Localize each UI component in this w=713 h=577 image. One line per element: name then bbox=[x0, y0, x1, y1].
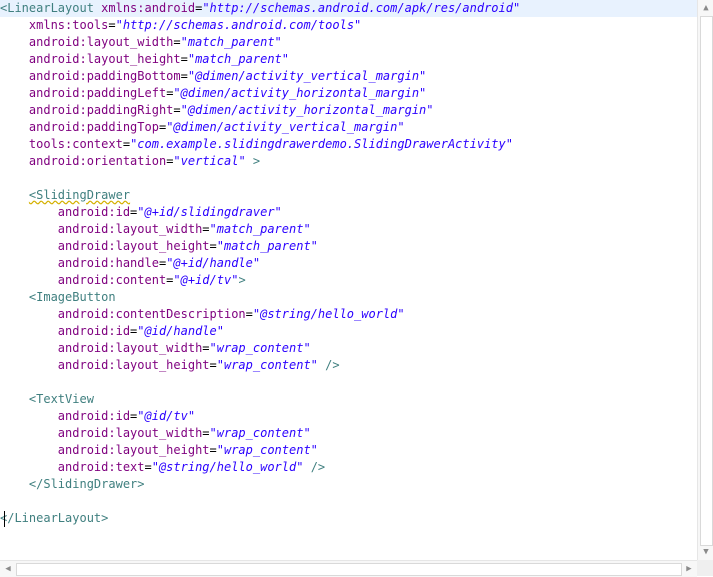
code-token: > bbox=[252, 154, 261, 168]
xml-editor[interactable]: <LinearLayout xmlns:android="http://sche… bbox=[0, 0, 697, 560]
code-token: android:content bbox=[57, 273, 167, 287]
code-token: android:layout_width bbox=[57, 426, 203, 440]
code-token: android:handle bbox=[57, 256, 159, 270]
code-line[interactable]: android:layout_width="match_parent" bbox=[0, 34, 282, 51]
code-token: "@+id/tv" bbox=[173, 273, 239, 287]
code-token: "wrap_content" bbox=[216, 443, 318, 457]
code-token: "wrap_content" bbox=[209, 426, 311, 440]
code-token: android:layout_width bbox=[28, 35, 174, 49]
code-line[interactable]: android:paddingTop="@dimen/activity_vert… bbox=[0, 119, 405, 136]
code-token: "wrap_content" bbox=[209, 341, 311, 355]
code-token: </LinearLayout> bbox=[0, 511, 109, 525]
code-token: "vertical" bbox=[173, 154, 246, 168]
horizontal-scroll-thumb[interactable] bbox=[16, 563, 682, 576]
code-line[interactable]: </LinearLayout> bbox=[0, 510, 108, 527]
code-line[interactable]: tools:context="com.example.slidingdrawer… bbox=[0, 136, 513, 153]
code-line[interactable]: android:layout_height="match_parent" bbox=[0, 238, 318, 255]
code-token: > bbox=[238, 273, 246, 287]
code-line[interactable]: xmlns:tools="http://schemas.android.com/… bbox=[0, 17, 361, 34]
code-token: "@+id/handle" bbox=[166, 256, 261, 270]
code-token: android:layout_height bbox=[57, 358, 210, 372]
code-line[interactable]: android:orientation="vertical" > bbox=[0, 153, 260, 170]
scroll-down-icon[interactable]: ▼ bbox=[698, 544, 713, 560]
code-token: <ImageButton bbox=[28, 290, 116, 304]
code-token: xmlns:tools bbox=[28, 18, 109, 32]
code-token: android:layout_height bbox=[57, 239, 210, 253]
code-line[interactable]: android:layout_height="match_parent" bbox=[0, 51, 289, 68]
code-token: "com.example.slidingdrawerdemo.SlidingDr… bbox=[130, 137, 513, 151]
code-line[interactable]: <ImageButton bbox=[0, 289, 116, 306]
code-token: "@dimen/activity_horizontal_margin" bbox=[173, 86, 427, 100]
code-token: android:id bbox=[57, 205, 131, 219]
text-cursor bbox=[4, 511, 5, 527]
code-token: "match_parent" bbox=[180, 35, 282, 49]
scroll-left-icon[interactable]: ◀ bbox=[0, 561, 16, 577]
code-token: </SlidingDrawer> bbox=[28, 477, 145, 491]
code-line[interactable]: </SlidingDrawer> bbox=[0, 476, 145, 493]
code-token: android:id bbox=[57, 324, 131, 338]
code-token: "match_parent" bbox=[187, 52, 290, 66]
code-token: /> bbox=[325, 358, 340, 372]
vertical-scrollbar[interactable]: ▲ ▼ bbox=[697, 0, 713, 560]
horizontal-scrollbar[interactable]: ◀ ▶ bbox=[0, 560, 697, 577]
code-line[interactable]: <LinearLayout xmlns:android="http://sche… bbox=[0, 0, 697, 17]
code-token: "@string/hello_world" bbox=[252, 307, 405, 321]
code-token: android:orientation bbox=[28, 154, 167, 168]
code-line[interactable]: android:text="@string/hello_world" /> bbox=[0, 459, 325, 476]
code-line[interactable]: <TextView bbox=[0, 391, 94, 408]
code-token: <LinearLayout bbox=[0, 1, 94, 15]
code-token: /> bbox=[310, 460, 326, 474]
code-token: "http://schemas.android.com/tools" bbox=[115, 18, 362, 32]
code-token: android:layout_height bbox=[28, 52, 181, 66]
code-line[interactable]: android:paddingBottom="@dimen/activity_v… bbox=[0, 68, 426, 85]
code-line[interactable]: android:id="@id/handle" bbox=[0, 323, 224, 340]
code-token: android:paddingRight bbox=[28, 103, 174, 117]
code-token: "wrap_content" bbox=[216, 358, 318, 372]
code-line[interactable]: <SlidingDrawer bbox=[0, 187, 130, 204]
code-line[interactable]: android:layout_height="wrap_content" /> bbox=[0, 357, 340, 374]
code-line[interactable]: android:handle="@+id/handle" bbox=[0, 255, 260, 272]
code-token: android:paddingLeft bbox=[28, 86, 167, 100]
code-token: "match_parent" bbox=[216, 239, 318, 253]
code-token: "@dimen/activity_horizontal_margin" bbox=[180, 103, 434, 117]
vertical-scroll-thumb[interactable] bbox=[700, 16, 713, 546]
code-token: android:text bbox=[57, 460, 145, 474]
code-token: <TextView bbox=[28, 392, 94, 406]
code-token: "@dimen/activity_vertical_margin" bbox=[187, 69, 427, 83]
code-line[interactable]: android:layout_width="match_parent" bbox=[0, 221, 311, 238]
code-token: android:id bbox=[57, 409, 131, 423]
code-line[interactable]: android:id="@id/tv" bbox=[0, 408, 195, 425]
code-token: "@+id/slidingdraver" bbox=[137, 205, 282, 219]
code-token: "@id/tv" bbox=[137, 409, 196, 423]
code-line[interactable]: android:layout_width="wrap_content" bbox=[0, 340, 311, 357]
code-line[interactable]: android:contentDescription="@string/hell… bbox=[0, 306, 405, 323]
code-token: <SlidingDrawer bbox=[28, 188, 131, 202]
code-line[interactable]: android:content="@+id/tv"> bbox=[0, 272, 246, 289]
code-token: "match_parent" bbox=[209, 222, 311, 236]
code-token: android:contentDescription bbox=[57, 307, 246, 321]
code-token: android:paddingBottom bbox=[28, 69, 181, 83]
code-token: android:layout_width bbox=[57, 222, 203, 236]
code-token: android:layout_width bbox=[57, 341, 203, 355]
code-line[interactable]: android:id="@+id/slidingdraver" bbox=[0, 204, 282, 221]
scrollbar-corner bbox=[697, 560, 713, 576]
code-line[interactable]: android:layout_height="wrap_content" bbox=[0, 442, 318, 459]
code-line[interactable]: android:paddingRight="@dimen/activity_ho… bbox=[0, 102, 434, 119]
scroll-up-icon[interactable]: ▲ bbox=[698, 0, 713, 16]
code-token: tools:context bbox=[28, 137, 123, 151]
code-token: "@string/hello_world" bbox=[151, 460, 304, 474]
code-token: "@id/handle" bbox=[137, 324, 224, 338]
code-line[interactable]: android:layout_width="wrap_content" bbox=[0, 425, 311, 442]
code-token: "@dimen/activity_vertical_margin" bbox=[166, 120, 405, 134]
code-token: xmlns:android bbox=[101, 1, 196, 15]
code-line[interactable]: android:paddingLeft="@dimen/activity_hor… bbox=[0, 85, 426, 102]
scroll-right-icon[interactable]: ▶ bbox=[681, 561, 697, 577]
code-token: android:layout_height bbox=[57, 443, 210, 457]
code-token: "http://schemas.android.com/apk/res/andr… bbox=[202, 1, 521, 15]
code-token: android:paddingTop bbox=[28, 120, 159, 134]
